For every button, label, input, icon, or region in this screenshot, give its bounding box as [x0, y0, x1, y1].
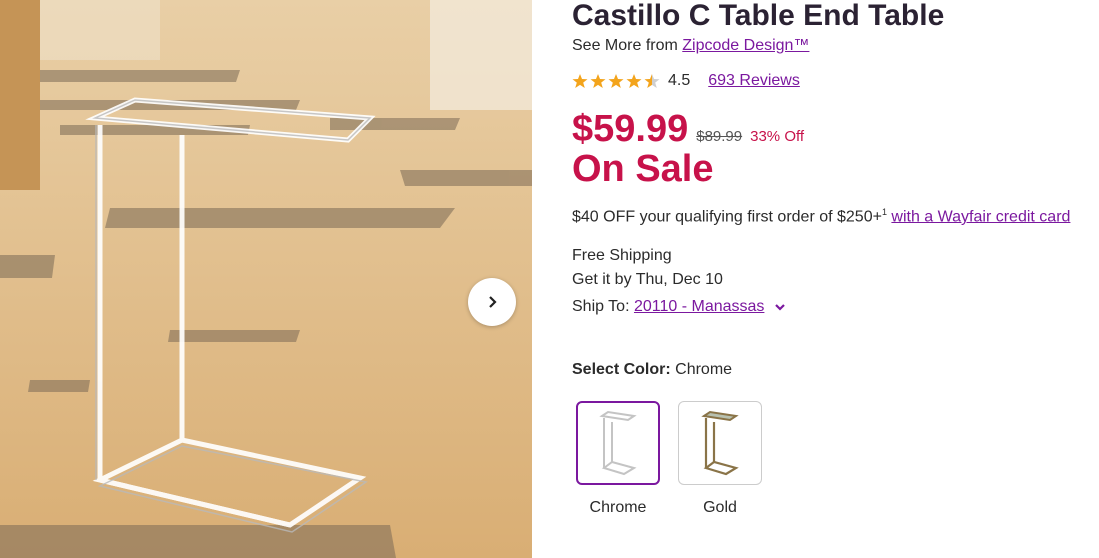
reviews-link[interactable]: 693 Reviews	[708, 72, 800, 90]
star-rating	[572, 73, 660, 89]
free-shipping: Free Shipping	[572, 247, 672, 264]
star-icon	[590, 74, 606, 88]
brand-link[interactable]: Zipcode Design™	[682, 37, 809, 54]
star-icon	[644, 74, 660, 88]
chevron-right-icon	[486, 295, 498, 309]
star-icon	[608, 74, 624, 88]
selected-color-value: Chrome	[675, 361, 733, 378]
on-sale-label: On Sale	[572, 148, 714, 190]
product-title: Castillo C Table End Table	[572, 0, 945, 32]
swatch-label-gold: Gold	[703, 499, 737, 516]
chevron-down-icon[interactable]	[774, 302, 786, 312]
chrome-table-thumbnail	[599, 410, 637, 476]
ship-to: Ship To: 20110 - Manassas	[572, 298, 786, 316]
star-icon	[626, 74, 642, 88]
product-image[interactable]	[0, 0, 532, 558]
select-color: Select Color: Chrome	[572, 361, 732, 379]
next-image-button[interactable]	[468, 278, 516, 326]
color-swatch-chrome[interactable]	[576, 401, 660, 485]
discount-badge: 33% Off	[750, 128, 805, 145]
promo-text: $40 OFF your qualifying first order of $…	[572, 208, 882, 226]
select-color-label: Select Color:	[572, 361, 671, 378]
rating-row: 4.5 693 Reviews	[572, 72, 800, 90]
ship-to-label: Ship To:	[572, 298, 634, 315]
see-more-from: See More from Zipcode Design™	[572, 37, 809, 55]
original-price: $89.99	[696, 128, 743, 145]
see-more-label: See More from	[572, 37, 683, 54]
credit-card-link[interactable]: with a Wayfair credit card	[891, 208, 1070, 225]
ship-to-location-link[interactable]: 20110 - Manassas	[634, 298, 764, 316]
promo-footnote: 1	[881, 207, 887, 217]
rating-value: 4.5	[668, 72, 691, 89]
price-row: $59.99 $89.99 33% Off	[572, 108, 804, 151]
credit-promo: $40 OFF your qualifying first order of $…	[572, 207, 1070, 226]
star-icon	[572, 74, 588, 88]
swatch-label-chrome: Chrome	[589, 499, 647, 516]
color-swatch-gold[interactable]	[678, 401, 762, 485]
current-price: $59.99	[572, 108, 689, 150]
gold-table-thumbnail	[701, 410, 739, 476]
chrome-table-photo	[0, 0, 532, 558]
delivery-date: Get it by Thu, Dec 10	[572, 271, 723, 288]
